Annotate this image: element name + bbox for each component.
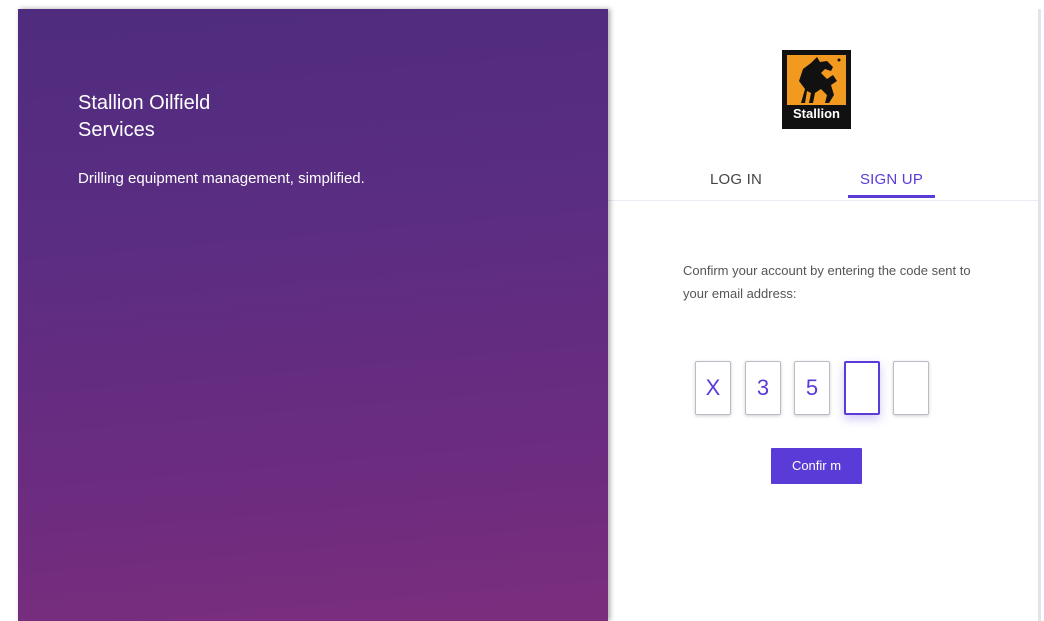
active-tab-indicator xyxy=(848,195,935,198)
stallion-logo: Stallion xyxy=(782,50,851,129)
signup-screen: Stallion Oilfield Services Drilling equi… xyxy=(0,0,1044,621)
code-digit-1[interactable] xyxy=(695,361,731,415)
confirm-button[interactable]: Confir m xyxy=(771,448,862,484)
code-digit-3[interactable] xyxy=(794,361,830,415)
logo-wordmark: Stallion xyxy=(793,106,840,121)
company-tagline: Drilling equipment management, simplifie… xyxy=(78,170,365,187)
logo-background xyxy=(787,55,846,105)
code-digit-2[interactable] xyxy=(745,361,781,415)
tab-log-in[interactable]: LOG IN xyxy=(694,159,778,199)
company-name: Stallion Oilfield Services xyxy=(78,92,211,141)
tab-sign-up[interactable]: SIGN UP xyxy=(848,159,935,199)
window-scrollbar-edge xyxy=(1038,9,1041,621)
brand-hero-panel: Stallion Oilfield Services Drilling equi… xyxy=(18,9,608,621)
horse-icon xyxy=(799,57,841,103)
auth-panel: Stallion LOG IN SIGN UP Confirm your acc… xyxy=(608,9,1038,621)
confirmation-instructions: Confirm your account by entering the cod… xyxy=(683,263,971,301)
code-digit-5[interactable] xyxy=(893,361,929,415)
auth-tabs: LOG IN SIGN UP xyxy=(608,159,1038,201)
code-digit-4[interactable] xyxy=(844,361,880,415)
